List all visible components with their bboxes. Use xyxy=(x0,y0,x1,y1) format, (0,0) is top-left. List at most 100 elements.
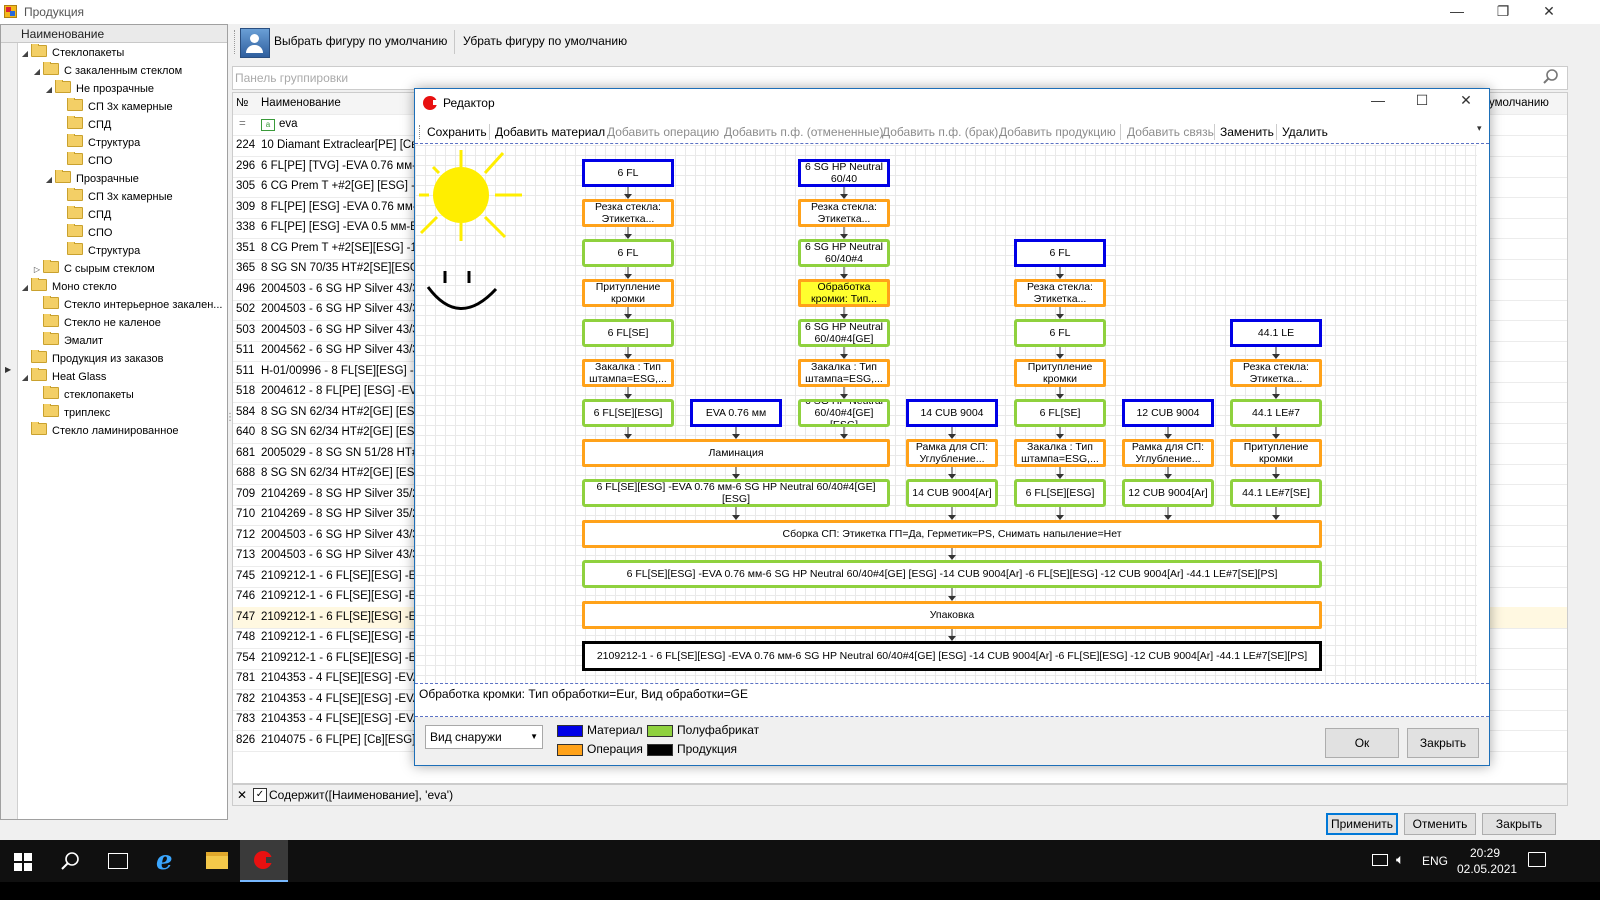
splitter-handle[interactable]: ⋮ xyxy=(225,412,235,423)
expanded-arrow-icon[interactable]: ◢ xyxy=(43,171,55,188)
diagram-node-operation[interactable]: Упаковка xyxy=(582,601,1322,629)
tree-node[interactable]: Стекло ламинированное xyxy=(19,422,225,440)
user-image-icon[interactable] xyxy=(240,28,270,58)
save-button[interactable]: Сохранить xyxy=(427,125,487,139)
windows-start-icon[interactable] xyxy=(14,853,32,871)
diagram-node-operation[interactable]: Обработка кромки: Тип... xyxy=(798,279,890,307)
add-product-button[interactable]: Добавить продукцию xyxy=(999,125,1116,139)
diagram-node-semi-product[interactable]: 44.1 LE#7[SE] xyxy=(1230,479,1322,507)
language-indicator[interactable]: ENG xyxy=(1422,854,1448,868)
diagram-node-semi-product[interactable]: 6 SG HP Neutral 60/40#4[GE] xyxy=(798,319,890,347)
tree-node[interactable]: Структура xyxy=(19,242,225,260)
diagram-node-operation[interactable]: Закалка : Тип штампа=ESG,... xyxy=(798,359,890,387)
toolbar-overflow-icon[interactable]: ▾ xyxy=(1477,123,1482,134)
add-link-button[interactable]: Добавить связь xyxy=(1127,125,1214,139)
clock-time[interactable]: 20:29 xyxy=(1470,846,1500,860)
editor-maximize-button[interactable]: ☐ xyxy=(1399,89,1445,113)
cancel-button[interactable]: Отменить xyxy=(1404,813,1476,835)
diagram-node-operation[interactable]: Закалка : Тип штампа=ESG,... xyxy=(582,359,674,387)
collapsed-arrow-icon[interactable]: ▷ xyxy=(31,261,43,278)
diagram-node-semi-product[interactable]: 6 SG HP Neutral 60/40#4 xyxy=(798,239,890,267)
tree-node[interactable]: стеклопакеты xyxy=(19,386,225,404)
tree-node[interactable]: ◢ Моно стекло xyxy=(19,278,225,296)
diagram-node-semi-product[interactable]: 6 SG HP Neutral 60/40#4[GE] [ESG] xyxy=(798,399,890,427)
add-operation-button[interactable]: Добавить операцию xyxy=(607,125,719,139)
diagram-node-operation[interactable]: Ламинация xyxy=(582,439,890,467)
tree-node[interactable]: СПД xyxy=(19,206,225,224)
tree-node[interactable]: Стекло интерьерное закален... xyxy=(19,296,225,314)
clear-filter-icon[interactable]: ✕ xyxy=(237,785,247,805)
restore-button[interactable]: ❐ xyxy=(1480,0,1526,24)
grouping-panel[interactable]: Панель группировки xyxy=(232,66,1568,90)
view-select[interactable]: Вид снаружи ▼ xyxy=(425,725,543,749)
col-header-default[interactable]: умолчанию xyxy=(1489,93,1549,114)
close-button[interactable]: ✕ xyxy=(1526,0,1572,24)
tree-node[interactable]: Эмалит xyxy=(19,332,225,350)
filter-enabled-checkbox[interactable]: ✓ xyxy=(253,788,267,802)
diagram-node-semi-product[interactable]: 6 FL[SE] xyxy=(1014,399,1106,427)
tree-node[interactable]: СПО xyxy=(19,152,225,170)
diagram-node-semi-product[interactable]: 12 CUB 9004[Ar] xyxy=(1122,479,1214,507)
editor-close-dialog-button[interactable]: Закрыть xyxy=(1407,728,1479,758)
diagram-node-material[interactable]: 44.1 LE xyxy=(1230,319,1322,347)
apply-button[interactable]: Применить xyxy=(1326,813,1398,835)
minimize-button[interactable]: — xyxy=(1434,0,1480,24)
editor-minimize-button[interactable]: — xyxy=(1355,89,1401,113)
diagram-node-operation[interactable]: Притупление кромки xyxy=(1014,359,1106,387)
diagram-node-semi-product[interactable]: 14 CUB 9004[Ar] xyxy=(906,479,998,507)
tree-node[interactable]: СП 3х камерные xyxy=(19,98,225,116)
tree-node[interactable]: Стекло не каленое xyxy=(19,314,225,332)
notifications-icon[interactable] xyxy=(1528,852,1546,867)
diagram-node-material[interactable]: 6 SG HP Neutral 60/40 xyxy=(798,159,890,187)
clock-date[interactable]: 02.05.2021 xyxy=(1457,862,1517,876)
col-header-number[interactable]: № xyxy=(236,93,260,114)
tree-header[interactable]: Наименование xyxy=(1,25,227,43)
diagram-node-semi-product[interactable]: 6 FL xyxy=(582,239,674,267)
tree-node[interactable]: ◢ С закаленным стеклом xyxy=(19,62,225,80)
diagram-node-operation[interactable]: Сборка СП: Этикетка ГП=Да, Герметик=PS, … xyxy=(582,520,1322,548)
add-pf-cancelled-button[interactable]: Добавить п.ф. (отмененные) xyxy=(724,125,883,139)
diagram-node-semi-product[interactable]: 6 FL[SE][ESG] -EVA 0.76 мм-6 SG HP Neutr… xyxy=(582,479,890,507)
diagram-node-operation[interactable]: Рамка для СП: Углубление... xyxy=(906,439,998,467)
tree-node[interactable]: Структура xyxy=(19,134,225,152)
diagram-node-semi-product[interactable]: 6 FL[SE][ESG] xyxy=(1014,479,1106,507)
tree-node[interactable]: ▷ С сырым стеклом xyxy=(19,260,225,278)
expanded-arrow-icon[interactable]: ◢ xyxy=(19,369,31,386)
diagram-node-operation[interactable]: Резка стекла: Этикетка... xyxy=(582,199,674,227)
diagram-node-operation[interactable]: Резка стекла: Этикетка... xyxy=(1014,279,1106,307)
search-taskbar-icon[interactable] xyxy=(60,850,82,875)
tree-node[interactable]: ◢ Стеклопакеты xyxy=(19,44,225,62)
filter-contains-icon[interactable]: a xyxy=(261,119,275,131)
diagram-node-material[interactable]: EVA 0.76 мм xyxy=(690,399,782,427)
col-header-name[interactable]: Наименование xyxy=(261,93,341,114)
diagram-node-semi-product[interactable]: 6 FL[SE] xyxy=(582,319,674,347)
tree-node[interactable]: ◢ Heat Glass xyxy=(19,368,225,386)
tree-node[interactable]: ◢ Не прозрачные xyxy=(19,80,225,98)
diagram-node-material[interactable]: 14 CUB 9004 xyxy=(906,399,998,427)
ie-browser-icon[interactable]: e xyxy=(156,846,173,876)
canvas-scrollbar[interactable] xyxy=(1477,145,1489,683)
delete-button[interactable]: Удалить xyxy=(1282,125,1328,139)
diagram-node-material[interactable]: 12 CUB 9004 xyxy=(1122,399,1214,427)
diagram-node-material[interactable]: 6 FL xyxy=(1014,239,1106,267)
expanded-arrow-icon[interactable]: ◢ xyxy=(19,45,31,62)
diagram-canvas[interactable]: 6 FL Резка стекла: Этикетка... 6 FL Притупл… xyxy=(415,145,1489,683)
select-default-shape-button[interactable]: Выбрать фигуру по умолчанию xyxy=(274,34,447,48)
diagram-node-operation[interactable]: Рамка для СП: Углубление... xyxy=(1122,439,1214,467)
diagram-node-operation[interactable]: Притупление кромки xyxy=(582,279,674,307)
volume-icon[interactable]: 🔈︎ xyxy=(1396,851,1404,868)
diagram-node-semi-product[interactable]: 44.1 LE#7 xyxy=(1230,399,1322,427)
category-tree[interactable]: Наименование ▶ ◢ Стеклопакеты ◢ С закаленны… xyxy=(0,24,228,820)
filter-input[interactable]: eva xyxy=(279,114,298,135)
diagram-node-operation[interactable]: Резка стекла: Этикетка... xyxy=(798,199,890,227)
task-view-icon[interactable] xyxy=(108,853,128,869)
editor-dialog[interactable]: Редактор — ☐ ✕ Сохранить Добавить матери… xyxy=(414,88,1490,766)
network-icon[interactable] xyxy=(1372,854,1388,866)
tree-node[interactable]: ◢ Прозрачные xyxy=(19,170,225,188)
expanded-arrow-icon[interactable]: ◢ xyxy=(43,81,55,98)
editor-close-button[interactable]: ✕ xyxy=(1443,89,1489,113)
diagram-node-product[interactable]: 2109212-1 - 6 FL[SE][ESG] -EVA 0.76 мм-6… xyxy=(582,641,1322,671)
diagram-node-operation[interactable]: Резка стекла: Этикетка... xyxy=(1230,359,1322,387)
diagram-node-operation[interactable]: Притупление кромки xyxy=(1230,439,1322,467)
expanded-arrow-icon[interactable]: ◢ xyxy=(31,63,43,80)
